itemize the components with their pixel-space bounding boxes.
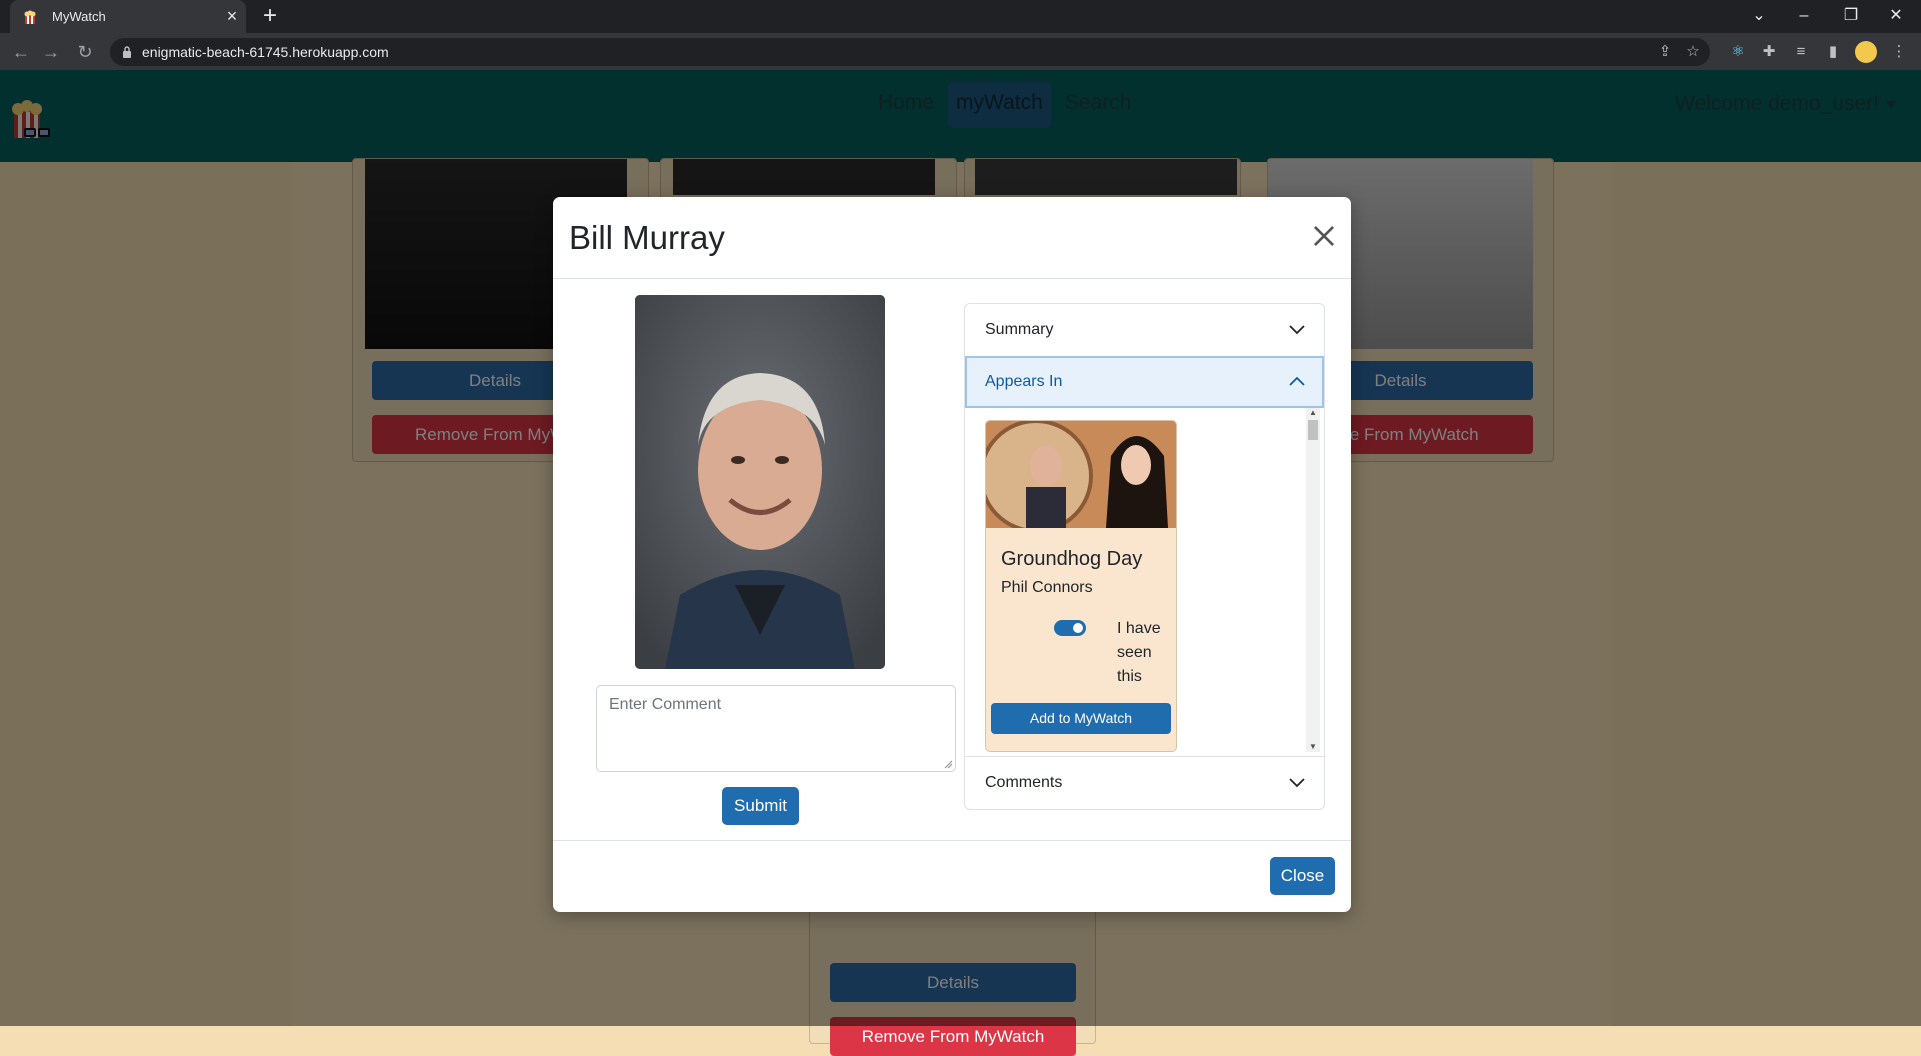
url-text: enigmatic-beach-61745.herokuapp.com [142,44,389,60]
movie-card: Groundhog Day Phil Connors I have seen t… [985,420,1177,752]
resize-grip-icon[interactable] [943,759,953,769]
close-tab-icon[interactable]: × [222,6,242,26]
tab-search-icon[interactable]: ⌄ [1748,6,1770,26]
lock-icon [123,46,131,58]
close-icon[interactable] [1311,223,1337,249]
extensions-icon[interactable]: ✚ [1758,41,1780,63]
minimize-icon[interactable]: – [1793,6,1815,26]
person-modal: Bill Murray Enter Comment Submit Summary… [553,197,1351,912]
accordion-appears-in-header[interactable]: Appears In [965,356,1324,408]
restore-icon[interactable]: ❐ [1840,6,1862,26]
accordion-comments-header[interactable]: Comments [965,757,1324,809]
scroll-up-icon[interactable]: ▲ [1308,408,1318,418]
accordion-summary-label: Summary [985,321,1054,338]
forward-icon[interactable]: → [40,41,62,63]
comment-placeholder: Enter Comment [609,696,722,713]
movie-title: Groundhog Day [1001,548,1143,570]
accordion-appears-in-label: Appears In [985,373,1063,390]
new-tab-icon[interactable]: + [258,4,282,28]
portrait-image [635,295,885,669]
person-accordion: Summary Appears In Groundhog Day Phil Co… [964,303,1325,810]
back-icon[interactable]: ← [10,41,32,63]
modal-header: Bill Murray [553,197,1351,279]
popcorn-favicon-icon [24,10,36,24]
accordion-summary-header[interactable]: Summary [965,304,1324,356]
share-icon[interactable]: ⇪ [1656,43,1674,61]
chevron-down-icon [1289,325,1305,335]
submit-button[interactable]: Submit [722,787,799,825]
modal-title: Bill Murray [569,219,725,256]
movie-role: Phil Connors [1001,579,1093,596]
seen-label: I have seen this [1117,620,1161,685]
seen-toggle[interactable] [1054,620,1086,636]
appears-in-panel: Groundhog Day Phil Connors I have seen t… [965,408,1324,756]
person-portrait [635,295,885,669]
browser-toolbar: ← → ↻ enigmatic-beach-61745.herokuapp.co… [0,33,1921,70]
reload-icon[interactable]: ↻ [74,41,96,63]
close-button[interactable]: Close [1270,857,1335,895]
chrome-menu-icon[interactable]: ⋮ [1888,41,1910,63]
tab-title: MyWatch [52,9,106,24]
browser-tab-strip: MyWatch × + ⌄ – ❐ ✕ [0,0,1921,33]
profile-avatar[interactable] [1855,41,1877,63]
panel-scrollbar[interactable]: ▲ ▼ [1306,408,1320,752]
browser-tab[interactable]: MyWatch × [10,0,246,33]
chevron-down-icon [1289,778,1305,788]
address-bar[interactable]: enigmatic-beach-61745.herokuapp.com ⇪ ☆ [110,38,1710,66]
add-to-mywatch-button[interactable]: Add to MyWatch [991,703,1171,734]
accordion-comments-label: Comments [985,774,1063,791]
toggle-knob [1073,623,1083,633]
scroll-down-icon[interactable]: ▼ [1308,742,1318,752]
media-icon[interactable]: ≡ [1790,41,1812,63]
react-devtools-icon[interactable]: ⚛ [1727,41,1749,63]
bookmark-star-icon[interactable]: ☆ [1684,43,1702,61]
movie-poster [986,421,1176,528]
comment-textarea[interactable]: Enter Comment [596,685,956,772]
scrollbar-thumb[interactable] [1308,420,1318,440]
close-window-icon[interactable]: ✕ [1885,6,1907,26]
side-panel-icon[interactable]: ▮ [1822,41,1844,63]
modal-footer: Close [553,840,1351,913]
chevron-up-icon [1289,376,1305,386]
